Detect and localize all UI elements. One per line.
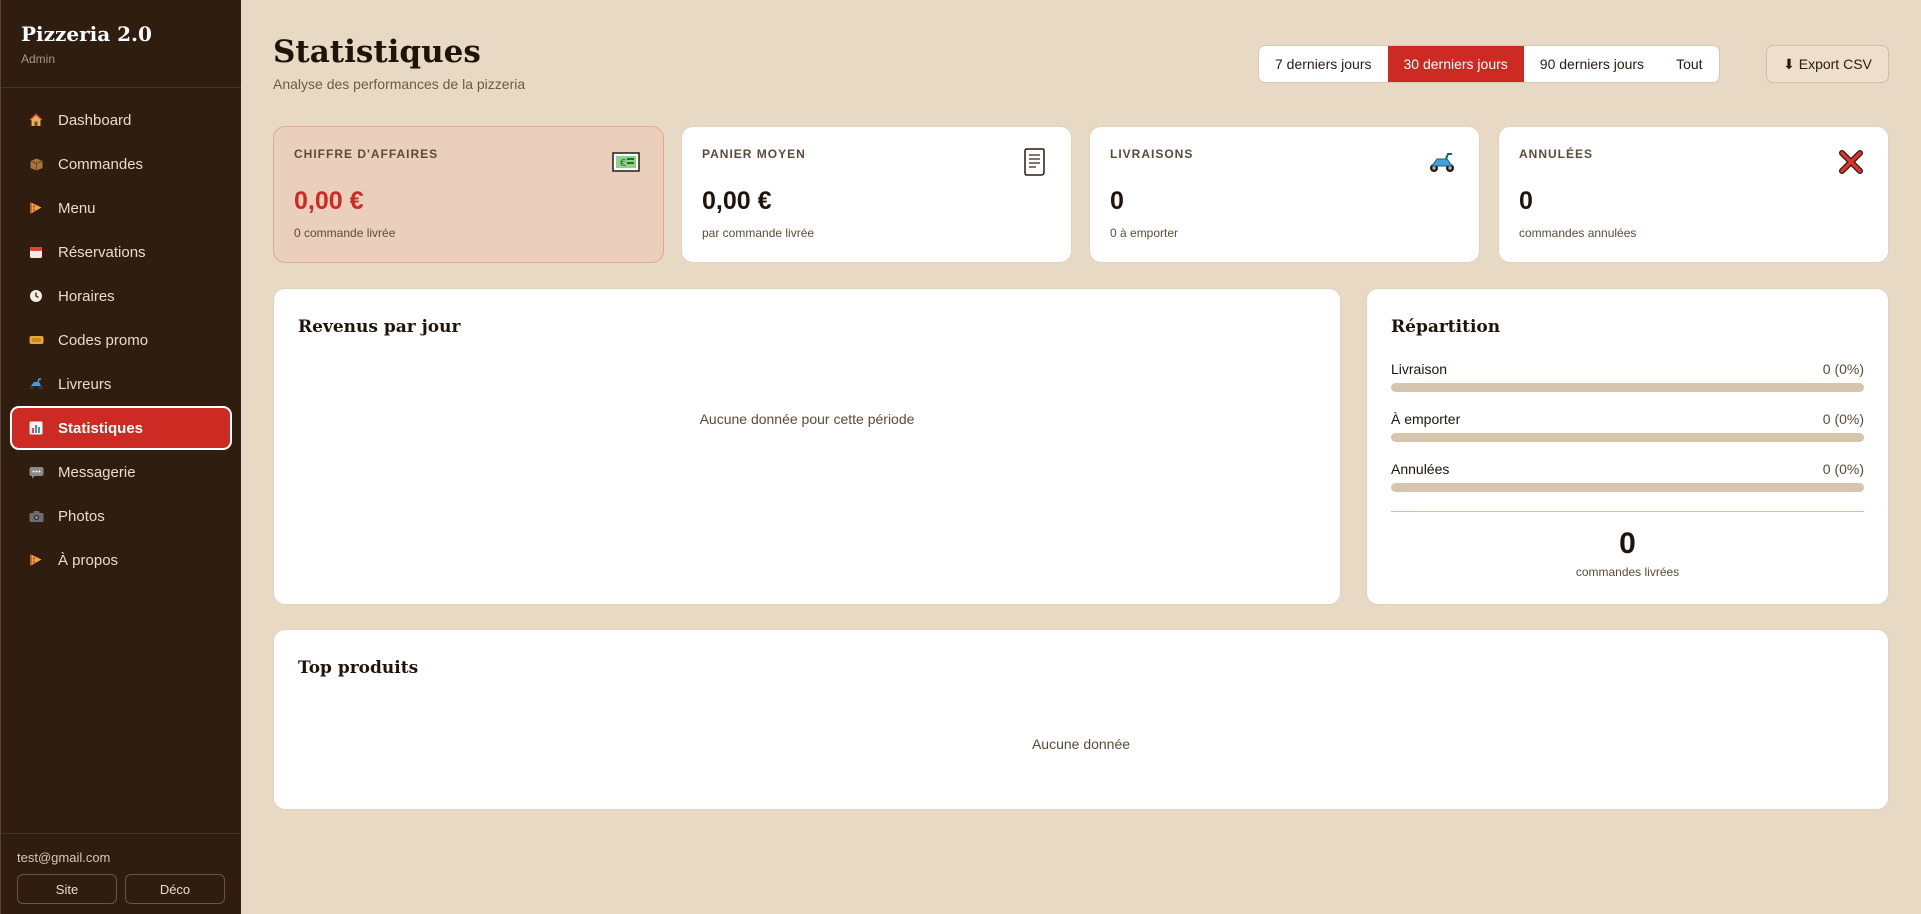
sidebar-item-label: À propos <box>58 551 119 569</box>
top-products-empty-message: Aucune donnée <box>1031 736 1131 752</box>
sidebar: Pizzeria 2.0 Admin Dashboard Commandes M… <box>0 0 241 914</box>
calendar-icon <box>28 244 44 260</box>
range-30-days-button[interactable]: 30 derniers jours <box>1387 46 1524 82</box>
kpi-card-deliveries: LIVRAISONS 0 0 à emporter <box>1089 126 1480 263</box>
sidebar-item-label: Commandes <box>58 155 144 173</box>
top-products-title: Top produits <box>298 658 419 678</box>
repartition-bar <box>1391 483 1864 492</box>
range-all-button[interactable]: Tout <box>1660 46 1718 82</box>
repartition-row-annulees: Annulées 0 (0%) <box>1391 461 1864 492</box>
sidebar-item-horaires[interactable]: Horaires <box>12 276 230 316</box>
kpi-label: LIVRAISONS <box>1110 147 1194 161</box>
repartition-row-livraison: Livraison 0 (0%) <box>1391 361 1864 392</box>
sidebar-footer: test@gmail.com Site Déco <box>1 833 241 914</box>
scooter-icon <box>1427 147 1457 177</box>
kpi-value: 0,00 € <box>702 187 772 215</box>
kpi-sub: commandes annulées <box>1519 226 1637 240</box>
delivered-total: 0 <box>1619 527 1636 560</box>
sidebar-item-label: Codes promo <box>58 331 149 349</box>
export-csv-button[interactable]: ⬇ Export CSV <box>1766 45 1889 83</box>
logout-button[interactable]: Déco <box>125 874 225 904</box>
kpi-value: 0 <box>1110 187 1124 215</box>
kpi-label: CHIFFRE D'AFFAIRES <box>294 147 439 161</box>
kpi-sub: 0 à emporter <box>1110 226 1179 240</box>
kpi-sub: par commande livrée <box>702 226 815 240</box>
page-subtitle: Analyse des performances de la pizzeria <box>273 76 526 92</box>
cash-icon: € <box>611 147 641 177</box>
revenue-title: Revenus par jour <box>298 317 461 337</box>
sidebar-item-label: Menu <box>58 199 96 217</box>
date-range-selector: 7 derniers jours 30 derniers jours 90 de… <box>1258 45 1720 83</box>
sidebar-item-livreurs[interactable]: Livreurs <box>12 364 230 404</box>
sidebar-item-label: Réservations <box>58 243 146 261</box>
repartition-bar <box>1391 433 1864 442</box>
sidebar-item-codes-promo[interactable]: Codes promo <box>12 320 230 360</box>
repartition-bar <box>1391 383 1864 392</box>
repartition-title: Répartition <box>1391 317 1501 337</box>
sidebar-item-statistiques[interactable]: Statistiques <box>12 408 230 448</box>
repartition-label: Annulées <box>1391 461 1450 477</box>
delivered-total-label: commandes livrées <box>1575 565 1680 579</box>
sidebar-item-label: Horaires <box>58 287 115 305</box>
home-icon <box>28 112 44 128</box>
sidebar-item-label: Messagerie <box>58 463 136 481</box>
repartition-panel: Répartition Livraison 0 (0%) À emporter … <box>1366 288 1889 605</box>
page-title: Statistiques <box>273 34 481 70</box>
divider <box>1391 511 1864 512</box>
chat-icon <box>28 464 44 480</box>
sidebar-item-reservations[interactable]: Réservations <box>12 232 230 272</box>
user-email: test@gmail.com <box>17 850 111 865</box>
sidebar-item-dashboard[interactable]: Dashboard <box>12 100 230 140</box>
chart-icon <box>28 420 44 436</box>
range-90-days-button[interactable]: 90 derniers jours <box>1524 46 1660 82</box>
sidebar-item-menu[interactable]: Menu <box>12 188 230 228</box>
kpi-card-average-basket: PANIER MOYEN 0,00 € par commande livrée <box>681 126 1072 263</box>
kpi-card-cancelled: ANNULÉES 0 commandes annulées <box>1498 126 1889 263</box>
sidebar-item-photos[interactable]: Photos <box>12 496 230 536</box>
revenue-empty-message: Aucune donnée pour cette période <box>699 411 915 427</box>
pizza-icon <box>28 552 44 568</box>
clock-icon <box>28 288 44 304</box>
sidebar-item-label: Dashboard <box>58 111 132 129</box>
sidebar-item-label: Photos <box>58 507 105 525</box>
pizza-icon <box>28 200 44 216</box>
sidebar-item-messagerie[interactable]: Messagerie <box>12 452 230 492</box>
kpi-label: ANNULÉES <box>1519 147 1594 161</box>
repartition-label: À emporter <box>1391 411 1461 427</box>
footer-buttons: Site Déco <box>17 874 225 904</box>
ticket-icon <box>28 332 44 348</box>
svg-text:€: € <box>620 158 626 169</box>
repartition-value: 0 (0%) <box>1822 461 1864 477</box>
sidebar-item-label: Livreurs <box>58 375 112 393</box>
sidebar-item-label: Statistiques <box>58 419 144 437</box>
repartition-value: 0 (0%) <box>1822 361 1864 377</box>
receipt-icon <box>1019 147 1049 177</box>
kpi-value: 0,00 € <box>294 187 364 215</box>
revenue-panel: Revenus par jour Aucune donnée pour cett… <box>273 288 1341 605</box>
repartition-value: 0 (0%) <box>1822 411 1864 427</box>
sidebar-item-commandes[interactable]: Commandes <box>12 144 230 184</box>
cross-icon <box>1836 147 1866 177</box>
kpi-sub: 0 commande livrée <box>294 226 396 240</box>
kpi-label: PANIER MOYEN <box>702 147 806 161</box>
range-7-days-button[interactable]: 7 derniers jours <box>1259 46 1388 82</box>
sidebar-nav: Dashboard Commandes Menu Réservations Ho… <box>1 88 241 584</box>
kpi-value: 0 <box>1519 187 1533 215</box>
box-icon <box>28 156 44 172</box>
brand-name: Pizzeria 2.0 <box>21 22 152 46</box>
site-button[interactable]: Site <box>17 874 117 904</box>
brand: Pizzeria 2.0 Admin <box>1 0 241 88</box>
scooter-icon <box>28 376 44 392</box>
repartition-row-a-emporter: À emporter 0 (0%) <box>1391 411 1864 442</box>
kpi-card-revenue: CHIFFRE D'AFFAIRES 0,00 € 0 commande liv… <box>273 126 664 263</box>
repartition-label: Livraison <box>1391 361 1448 377</box>
sidebar-item-a-propos[interactable]: À propos <box>12 540 230 580</box>
camera-icon <box>28 508 44 524</box>
top-products-panel: Top produits Aucune donnée <box>273 629 1889 810</box>
brand-role: Admin <box>21 52 56 66</box>
main-content: Statistiques Analyse des performances de… <box>273 0 1889 914</box>
